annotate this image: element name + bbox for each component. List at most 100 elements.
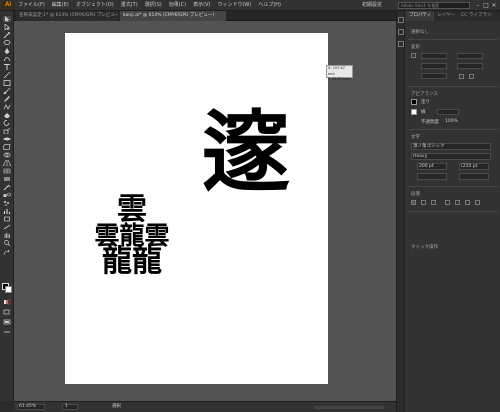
justify-right-icon[interactable] — [465, 200, 470, 205]
rotate-tool-icon[interactable] — [3, 120, 11, 126]
blend-tool-icon[interactable] — [3, 192, 11, 198]
stroke-weight-field[interactable] — [437, 109, 459, 115]
font-size-field[interactable]: 200 pt — [417, 163, 447, 170]
reference-point-icon[interactable] — [411, 53, 416, 58]
panel-tabs: プロパティ レイヤー CC ライブラリ — [406, 11, 500, 21]
tab-layers[interactable]: レイヤー — [434, 11, 458, 21]
pen-tool-icon[interactable] — [3, 48, 11, 54]
paintbrush-tool-icon[interactable] — [3, 88, 11, 94]
divider — [408, 86, 498, 87]
width-tool-icon[interactable] — [3, 136, 11, 142]
align-right-icon[interactable] — [431, 200, 436, 205]
kanji-glyph-stack[interactable]: 雲 雲龍雲 龍龍 — [92, 192, 172, 277]
menu-view[interactable]: 表示(V) — [193, 0, 210, 11]
align-left-icon[interactable] — [411, 200, 416, 205]
drawing-mode-icon[interactable] — [3, 309, 11, 315]
symbol-sprayer-tool-icon[interactable] — [3, 200, 11, 206]
transform-height-field[interactable] — [457, 63, 483, 69]
properties-panel: プロパティ レイヤー CC ライブラリ 選択なし 変形 アピアランス 塗り 線 … — [396, 11, 500, 412]
slice-tool-icon[interactable] — [3, 224, 11, 230]
transform-rotate-field[interactable] — [421, 73, 447, 79]
screen-mode-icon[interactable] — [3, 319, 11, 325]
menu-edit[interactable]: 編集(E) — [52, 0, 69, 11]
kerning-field[interactable] — [417, 173, 447, 180]
justify-center-icon[interactable] — [455, 200, 460, 205]
workspace-switcher[interactable]: 初期設定 — [362, 2, 382, 9]
leading-field[interactable]: (250 pt — [459, 163, 489, 170]
panel-toggle-icon-3[interactable] — [397, 41, 404, 47]
status-text: 選択 — [112, 404, 121, 409]
eraser-tool-icon[interactable] — [3, 112, 11, 118]
menu-file[interactable]: ファイル(F) — [18, 0, 45, 11]
tab-properties[interactable]: プロパティ — [406, 11, 435, 21]
stock-search-input[interactable]: Adobe Stock を検索 — [398, 2, 470, 9]
menu-type[interactable]: 書式(T) — [121, 0, 138, 11]
divider — [408, 129, 498, 130]
magic-wand-tool-icon[interactable] — [3, 32, 11, 38]
justify-left-icon[interactable] — [445, 200, 450, 205]
appearance-title: アピアランス — [411, 92, 438, 97]
kanji-stack-top: 雲 — [117, 192, 147, 227]
artboard[interactable]: 𨗉 雲 雲龍雲 龍龍 — [65, 33, 328, 384]
align-center-icon[interactable] — [421, 200, 426, 205]
close-button[interactable]: × — [490, 0, 498, 11]
panel-toggle-icon-1[interactable] — [397, 17, 404, 23]
mesh-tool-icon[interactable] — [3, 168, 11, 174]
flip-vertical-icon[interactable] — [469, 74, 474, 79]
zoom-level-select[interactable]: 61.45% — [17, 404, 45, 410]
transform-width-field[interactable] — [457, 53, 483, 59]
scale-tool-icon[interactable] — [3, 128, 11, 134]
gradient-tool-icon[interactable] — [3, 176, 11, 182]
paragraph-title: 段落 — [411, 192, 420, 197]
eyedropper-tool-icon[interactable] — [3, 184, 11, 190]
menu-help[interactable]: ヘルプ(H) — [258, 0, 281, 11]
rectangle-tool-icon[interactable] — [3, 80, 11, 86]
menu-effect[interactable]: 効果(C) — [169, 0, 186, 11]
shape-builder-tool-icon[interactable] — [3, 152, 11, 158]
curvature-tool-icon[interactable] — [3, 56, 11, 62]
artboard-number-field[interactable]: 1 — [62, 404, 78, 410]
menu-bar: Ai ファイル(F) 編集(E) オブジェクト(O) 書式(T) 選択(S) 効… — [0, 0, 500, 11]
tracking-field[interactable] — [459, 173, 489, 180]
flip-horizontal-icon[interactable] — [459, 74, 464, 79]
document-tab-1[interactable]: 名称未設定-1* @ 614% (CMYK/GPU プレビュー) — [16, 11, 118, 21]
shaper-tool-icon[interactable] — [3, 104, 11, 110]
horizontal-scrollbar[interactable] — [314, 406, 384, 409]
font-style-select[interactable]: Heavy — [411, 153, 491, 160]
menu-window[interactable]: ウィンドウ(W) — [217, 0, 251, 11]
fill-stroke-swap-icon[interactable] — [3, 250, 11, 256]
justify-all-icon[interactable] — [475, 200, 480, 205]
minimize-button[interactable]: – — [474, 0, 482, 11]
panel-icon-strip — [397, 11, 405, 412]
direct-selection-tool-icon[interactable] — [3, 24, 11, 30]
canvas-area[interactable]: 𨗉 雲 雲龍雲 龍龍 X: 197.87 mm Y: 28.87 mm — [14, 21, 396, 401]
tab-cc-libraries[interactable]: CC ライブラリ — [458, 11, 494, 21]
document-tab-2[interactable]: kanji.ai* @ 614% (CMYK/GPU プレビュー) — [120, 11, 226, 21]
stroke-swatch[interactable] — [5, 286, 12, 293]
pencil-tool-icon[interactable] — [3, 96, 11, 102]
hand-tool-icon[interactable] — [3, 232, 11, 238]
color-mode-icon[interactable] — [3, 299, 11, 305]
zoom-tool-icon[interactable] — [3, 240, 11, 246]
free-transform-tool-icon[interactable] — [3, 144, 11, 150]
font-family-select[interactable]: 源ノ角ゴシック — [411, 143, 491, 150]
appearance-fill-swatch[interactable] — [411, 99, 417, 105]
menu-select[interactable]: 選択(S) — [145, 0, 162, 11]
line-tool-icon[interactable] — [3, 72, 11, 78]
kanji-glyph-large[interactable]: 𨗉 — [200, 104, 292, 202]
panel-toggle-icon-2[interactable] — [397, 29, 404, 35]
menu-object[interactable]: オブジェクト(O) — [76, 0, 114, 11]
column-graph-tool-icon[interactable] — [3, 208, 11, 214]
maximize-button[interactable]: □ — [482, 0, 490, 11]
transform-x-field[interactable] — [421, 53, 447, 59]
perspective-grid-tool-icon[interactable] — [3, 160, 11, 166]
type-tool-icon[interactable] — [3, 64, 11, 70]
selection-tool-icon[interactable] — [3, 16, 11, 22]
artboard-tool-icon[interactable] — [3, 216, 11, 222]
transform-y-field[interactable] — [421, 63, 447, 69]
edit-toolbar-icon[interactable] — [3, 329, 11, 335]
lasso-tool-icon[interactable] — [3, 40, 11, 46]
opacity-value[interactable]: 100% — [445, 119, 458, 124]
stroke-label: 線 — [421, 110, 426, 115]
appearance-stroke-swatch[interactable] — [411, 109, 417, 115]
